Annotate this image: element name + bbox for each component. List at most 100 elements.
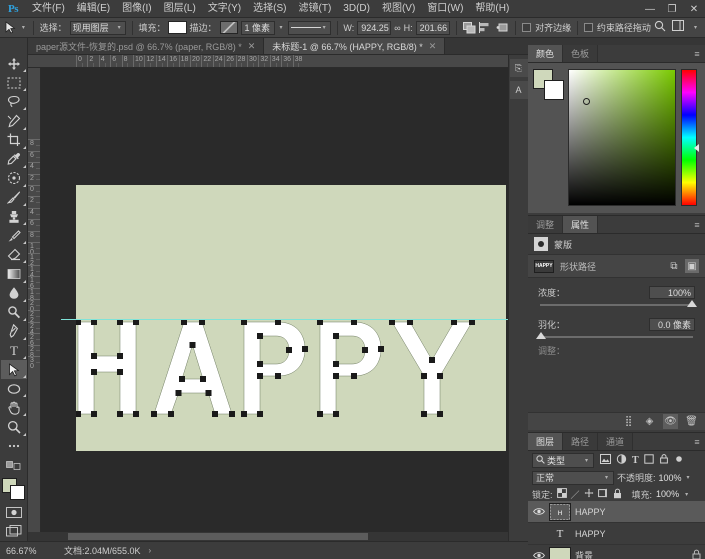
menu-image[interactable]: 图像(I) (116, 0, 157, 18)
menu-layer[interactable]: 图层(L) (158, 0, 202, 18)
brush-tool[interactable] (1, 188, 27, 207)
menu-select[interactable]: 选择(S) (247, 0, 292, 18)
fill-chevron-icon[interactable]: ▾ (683, 491, 690, 498)
delete-mask-icon[interactable]: 🗑 (684, 414, 699, 429)
type-tool[interactable]: T (1, 341, 27, 360)
mask-thumbnail[interactable]: HAPPY (534, 259, 554, 273)
character-panel-icon[interactable]: A (509, 81, 528, 99)
menu-help[interactable]: 帮助(H) (469, 0, 515, 18)
opacity-value[interactable]: 100% (659, 473, 682, 483)
height-field[interactable]: 201.66 (415, 20, 450, 35)
blend-mode-dropdown[interactable]: 正常 ▾ (532, 470, 614, 485)
menu-3d[interactable]: 3D(D) (337, 0, 376, 18)
layer-visibility-icon[interactable] (532, 504, 545, 520)
maximize-button[interactable]: ❐ (661, 0, 683, 18)
menu-file[interactable]: 文件(F) (26, 0, 71, 18)
quick-mask-mode-button[interactable] (1, 503, 27, 522)
path-operations-icon[interactable] (462, 20, 476, 36)
panel-menu-icon[interactable]: ≡ (689, 45, 705, 62)
hand-tool[interactable] (1, 398, 27, 417)
scrollbar-thumb[interactable] (68, 533, 368, 540)
status-expand-icon[interactable]: › (141, 546, 152, 555)
density-slider-track[interactable] (540, 300, 697, 307)
layer-thumbnail[interactable]: T (549, 525, 571, 543)
minimize-button[interactable]: — (639, 0, 661, 18)
panel-menu-icon[interactable]: ≡ (689, 433, 705, 450)
toggle-mask-visibility-icon[interactable]: 👁 (663, 414, 678, 429)
align-edges-checkbox[interactable]: 对齐边缘 (522, 21, 571, 34)
filter-smart-object-icon[interactable] (659, 453, 669, 467)
workspace-chevron-icon[interactable]: ▾ (692, 24, 699, 31)
document-tab-1[interactable]: paper源文件-恢复的.psd @ 66.7% (paper, RGB/8) … (28, 38, 265, 54)
table-row[interactable]: 背景 (528, 545, 705, 559)
lock-position-icon[interactable] (584, 488, 594, 500)
eyedropper-tool[interactable] (1, 150, 27, 169)
select-subject-icon[interactable]: ⧉ (667, 259, 681, 273)
lock-transparent-pixels-icon[interactable] (556, 488, 567, 500)
menu-window[interactable]: 窗口(W) (421, 0, 469, 18)
density-value[interactable]: 100% (649, 286, 695, 299)
density-slider-knob[interactable] (687, 300, 697, 307)
layer-visibility-icon[interactable] (532, 526, 545, 542)
pixel-mask-icon[interactable]: ▣ (685, 259, 699, 273)
zoom-level[interactable]: 66.67% (0, 546, 64, 556)
feather-value[interactable]: 0.0 像素 (649, 318, 695, 331)
color-swatches[interactable] (1, 477, 26, 500)
gradient-tool[interactable] (1, 264, 27, 283)
pen-tool[interactable] (1, 322, 27, 341)
hue-slider[interactable] (681, 69, 699, 206)
artboard-viewport[interactable] (41, 68, 508, 541)
feather-slider-knob[interactable] (536, 332, 546, 339)
lock-image-pixels-icon[interactable]: ／ (571, 488, 580, 501)
filter-image-icon[interactable] (600, 453, 611, 467)
background-color-swatch[interactable] (544, 80, 564, 100)
crop-tool[interactable] (1, 131, 27, 150)
close-button[interactable]: ✕ (683, 0, 705, 18)
apply-mask-icon[interactable]: ◈ (642, 414, 657, 429)
layer-thumbnail[interactable] (549, 546, 571, 559)
search-icon[interactable] (654, 20, 666, 35)
opacity-chevron-icon[interactable]: ▾ (685, 474, 692, 481)
lock-artboard-nesting-icon[interactable] (597, 488, 609, 500)
panel-menu-icon[interactable]: ≡ (689, 216, 705, 233)
fill-swatch[interactable] (168, 21, 187, 34)
ellipse-shape-tool[interactable] (1, 379, 27, 398)
screen-mode-button[interactable] (1, 522, 27, 541)
quick-mask-toggle[interactable] (1, 456, 27, 475)
lasso-tool[interactable] (1, 92, 27, 111)
tab-color[interactable]: 颜色 (528, 45, 564, 62)
path-alignment-icon[interactable] (479, 20, 493, 36)
hue-slider-marker[interactable] (694, 144, 699, 152)
menu-filter[interactable]: 滤镜(T) (293, 0, 338, 18)
filter-shape-icon[interactable] (643, 453, 654, 467)
history-brush-tool[interactable] (1, 226, 27, 245)
dodge-tool[interactable] (1, 303, 27, 322)
edit-toolbar-tool[interactable] (1, 437, 27, 456)
color-picker-field[interactable] (568, 69, 676, 206)
clone-stamp-tool[interactable] (1, 207, 27, 226)
table-row[interactable]: T HAPPY (528, 523, 705, 545)
move-tool[interactable] (1, 54, 27, 73)
eraser-tool[interactable] (1, 245, 27, 264)
path-selection-tool-icon[interactable] (4, 20, 17, 36)
close-icon[interactable]: ✕ (248, 41, 256, 52)
color-panel-swatches[interactable] (533, 69, 564, 100)
link-wh-icon[interactable]: ∞ (394, 23, 400, 33)
tab-swatches[interactable]: 色板 (563, 45, 599, 62)
history-panel-icon[interactable]: ⎘ (509, 59, 528, 77)
layer-filter-dropdown[interactable]: 类型 ▾ (532, 452, 594, 468)
quick-selection-tool[interactable] (1, 111, 27, 130)
lock-all-icon[interactable] (613, 488, 622, 501)
tab-adjustments[interactable]: 调整 (528, 216, 564, 233)
mask-row[interactable]: HAPPY 形状路径 ⧉ ▣ (528, 254, 705, 278)
stroke-width-field[interactable]: 1 像素 (240, 20, 275, 35)
menu-view[interactable]: 视图(V) (376, 0, 421, 18)
menu-type[interactable]: 文字(Y) (202, 0, 247, 18)
tool-preset-chevron-icon[interactable]: ▾ (20, 24, 27, 31)
tab-paths[interactable]: 路径 (563, 433, 599, 450)
stroke-swatch[interactable] (219, 21, 238, 34)
select-dropdown[interactable]: 现用图层 ▾ (69, 20, 126, 35)
canvas-area[interactable]: 0 2 4 6 8 10 12 14 16 18 20 22 24 26 28 30 32 34 36 38 8642… (28, 55, 536, 559)
document-tab-2[interactable]: 未标题-1 @ 66.7% (HAPPY, RGB/8) * ✕ (264, 38, 446, 54)
layer-visibility-icon[interactable] (532, 548, 545, 559)
